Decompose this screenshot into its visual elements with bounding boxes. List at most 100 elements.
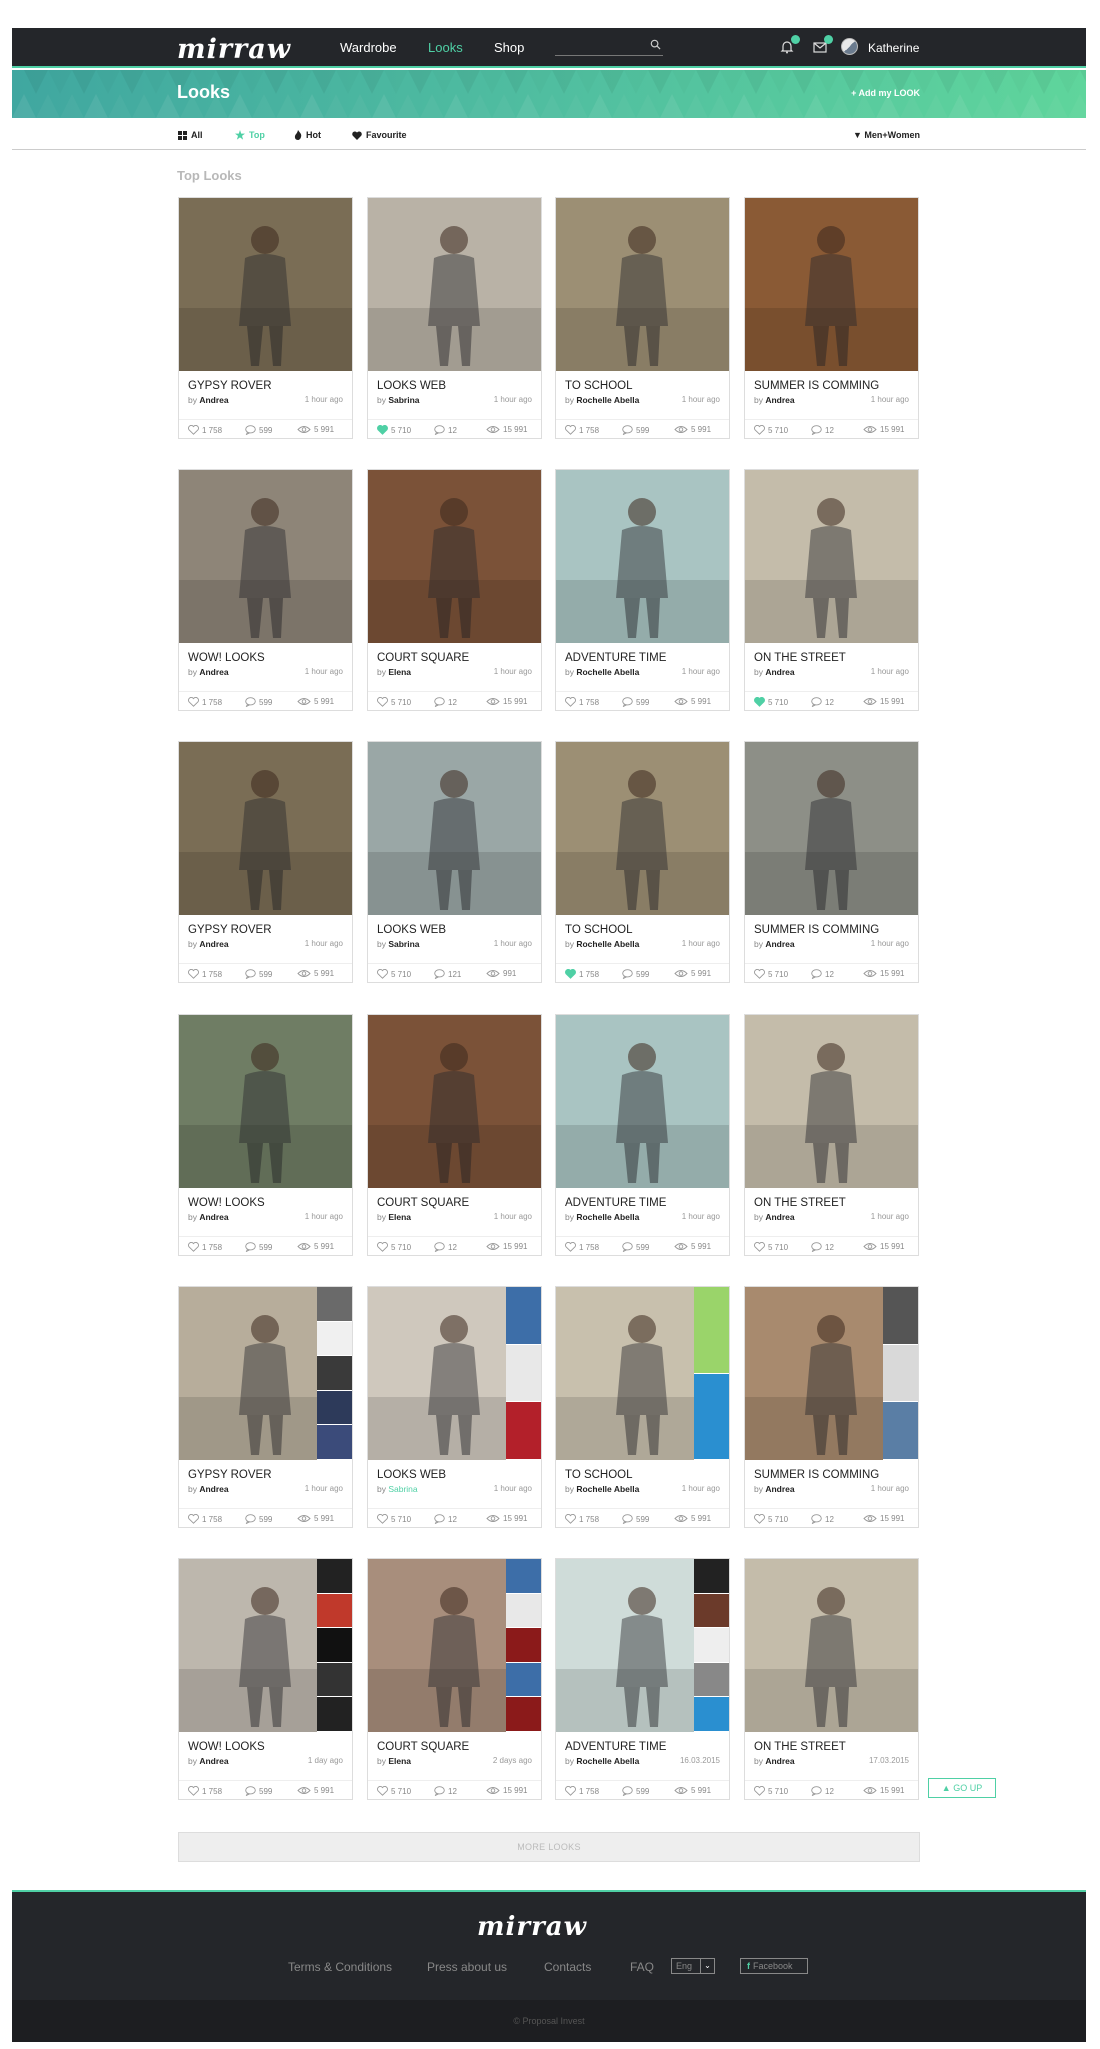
look-photo[interactable] — [745, 1559, 918, 1732]
author-name[interactable]: Andrea — [765, 1484, 794, 1494]
author-name[interactable]: Elena — [388, 1212, 411, 1222]
look-title[interactable]: COURT SQUARE — [377, 1741, 469, 1753]
author-name[interactable]: Elena — [388, 1756, 411, 1766]
comments-button[interactable]: 599 — [622, 1786, 649, 1796]
look-photo[interactable] — [556, 1559, 729, 1732]
like-button[interactable]: 5 710 — [754, 425, 788, 435]
look-photo[interactable] — [368, 1015, 541, 1188]
look-title[interactable]: ON THE STREET — [754, 652, 846, 664]
like-button[interactable]: 1 758 — [565, 1786, 599, 1796]
comments-button[interactable]: 12 — [811, 425, 834, 435]
author-name[interactable]: Andrea — [765, 395, 794, 405]
filter-top[interactable]: Top — [235, 130, 265, 140]
outfit-item-thumb[interactable] — [694, 1287, 729, 1374]
look-photo[interactable] — [556, 742, 729, 915]
look-card[interactable]: SUMMER IS COMMING by Andrea 1 hour ago 5 71… — [744, 197, 919, 439]
comments-button[interactable]: 12 — [811, 969, 834, 979]
like-button[interactable]: 1 758 — [188, 697, 222, 707]
gender-select[interactable]: ▼ Men+Women — [853, 130, 920, 140]
look-photo[interactable] — [745, 470, 918, 643]
look-photo[interactable] — [745, 1287, 918, 1460]
look-title[interactable]: ADVENTURE TIME — [565, 1197, 666, 1209]
look-photo[interactable] — [179, 470, 352, 643]
look-photo[interactable] — [179, 1015, 352, 1188]
comments-button[interactable]: 599 — [622, 697, 649, 707]
comments-button[interactable]: 121 — [434, 969, 461, 979]
comments-button[interactable]: 599 — [622, 1242, 649, 1252]
look-card[interactable]: WOW! LOOKS by Andrea 1 hour ago 1 758 599 5 9… — [178, 1014, 353, 1256]
like-button[interactable]: 5 710 — [377, 697, 411, 707]
like-button[interactable]: 5 710 — [377, 1242, 411, 1252]
outfit-item-thumb[interactable] — [506, 1697, 541, 1732]
look-card[interactable]: LOOKS WEB by Sabrina 1 hour ago 5 710 12 15 9… — [367, 197, 542, 439]
outfit-item-thumb[interactable] — [506, 1593, 541, 1629]
author-name[interactable]: Rochelle Abella — [576, 667, 639, 677]
facebook-link[interactable]: f Facebook — [740, 1958, 808, 1974]
logo[interactable]: mirraw — [177, 34, 291, 65]
language-select[interactable]: Eng ⌄ — [671, 1958, 715, 1974]
like-button[interactable]: 1 758 — [188, 425, 222, 435]
look-photo[interactable] — [368, 198, 541, 371]
go-up-button[interactable]: ▲ GO UP — [928, 1778, 996, 1798]
look-title[interactable]: TO SCHOOL — [565, 380, 633, 392]
author-name[interactable]: Andrea — [199, 395, 228, 405]
look-card[interactable]: TO SCHOOL by Rochelle Abella 1 hour ago 1 7… — [555, 741, 730, 983]
outfit-item-thumb[interactable] — [317, 1356, 352, 1391]
outfit-item-thumb[interactable] — [317, 1697, 352, 1732]
avatar[interactable] — [841, 38, 858, 55]
look-card[interactable]: WOW! LOOKS by Andrea 1 day ago 1 758 599 5 99… — [178, 1558, 353, 1800]
look-photo[interactable] — [179, 742, 352, 915]
look-title[interactable]: ON THE STREET — [754, 1741, 846, 1753]
author-name[interactable]: Andrea — [765, 1756, 794, 1766]
nav-shop[interactable]: Shop — [494, 40, 524, 55]
like-button[interactable]: 5 710 — [754, 697, 788, 707]
author-name[interactable]: Andrea — [765, 939, 794, 949]
look-title[interactable]: ON THE STREET — [754, 1197, 846, 1209]
like-button[interactable]: 5 710 — [377, 425, 411, 435]
look-card[interactable]: GYPSY ROVER by Andrea 1 hour ago 1 758 599 5 … — [178, 1286, 353, 1528]
author-name[interactable]: Sabrina — [388, 395, 419, 405]
outfit-item-thumb[interactable] — [883, 1402, 918, 1460]
look-card[interactable]: ADVENTURE TIME by Rochelle Abella 1 hour a… — [555, 1014, 730, 1256]
outfit-item-thumb[interactable] — [506, 1402, 541, 1460]
outfit-item-thumb[interactable] — [883, 1287, 918, 1345]
notifications-button[interactable] — [779, 35, 800, 55]
look-title[interactable]: WOW! LOOKS — [188, 652, 265, 664]
like-button[interactable]: 1 758 — [188, 1786, 222, 1796]
outfit-item-thumb[interactable] — [317, 1390, 352, 1426]
outfit-item-thumb[interactable] — [506, 1662, 541, 1698]
outfit-item-thumb[interactable] — [694, 1628, 729, 1663]
comments-button[interactable]: 599 — [622, 1514, 649, 1524]
like-button[interactable]: 5 710 — [754, 969, 788, 979]
outfit-item-thumb[interactable] — [506, 1287, 541, 1345]
more-looks-button[interactable]: MORE LOOKS — [178, 1832, 920, 1862]
outfit-item-thumb[interactable] — [694, 1697, 729, 1732]
comments-button[interactable]: 12 — [434, 1242, 457, 1252]
like-button[interactable]: 5 710 — [754, 1786, 788, 1796]
like-button[interactable]: 5 710 — [377, 1514, 411, 1524]
comments-button[interactable]: 599 — [245, 697, 272, 707]
username[interactable]: Katherine — [868, 41, 919, 55]
look-photo[interactable] — [556, 1015, 729, 1188]
outfit-item-thumb[interactable] — [694, 1373, 729, 1460]
like-button[interactable]: 5 710 — [754, 1514, 788, 1524]
look-photo[interactable] — [179, 1287, 352, 1460]
look-photo[interactable] — [179, 1559, 352, 1732]
look-title[interactable]: WOW! LOOKS — [188, 1741, 265, 1753]
author-name[interactable]: Andrea — [765, 1212, 794, 1222]
search-input[interactable] — [555, 38, 663, 56]
comments-button[interactable]: 12 — [811, 1242, 834, 1252]
comments-button[interactable]: 599 — [245, 1786, 272, 1796]
comments-button[interactable]: 12 — [434, 1786, 457, 1796]
comments-button[interactable]: 599 — [245, 1514, 272, 1524]
look-card[interactable]: ON THE STREET by Andrea 17.03.2015 5 710 12 1… — [744, 1558, 919, 1800]
like-button[interactable]: 1 758 — [565, 1242, 599, 1252]
comments-button[interactable]: 12 — [811, 1514, 834, 1524]
look-title[interactable]: GYPSY ROVER — [188, 1469, 272, 1481]
look-photo[interactable] — [368, 1287, 541, 1460]
footer-logo[interactable]: mirraw — [477, 1912, 587, 1942]
filter-all[interactable]: All — [178, 130, 203, 140]
outfit-item-thumb[interactable] — [694, 1559, 729, 1594]
author-name[interactable]: Sabrina — [388, 1484, 417, 1494]
look-title[interactable]: TO SCHOOL — [565, 1469, 633, 1481]
